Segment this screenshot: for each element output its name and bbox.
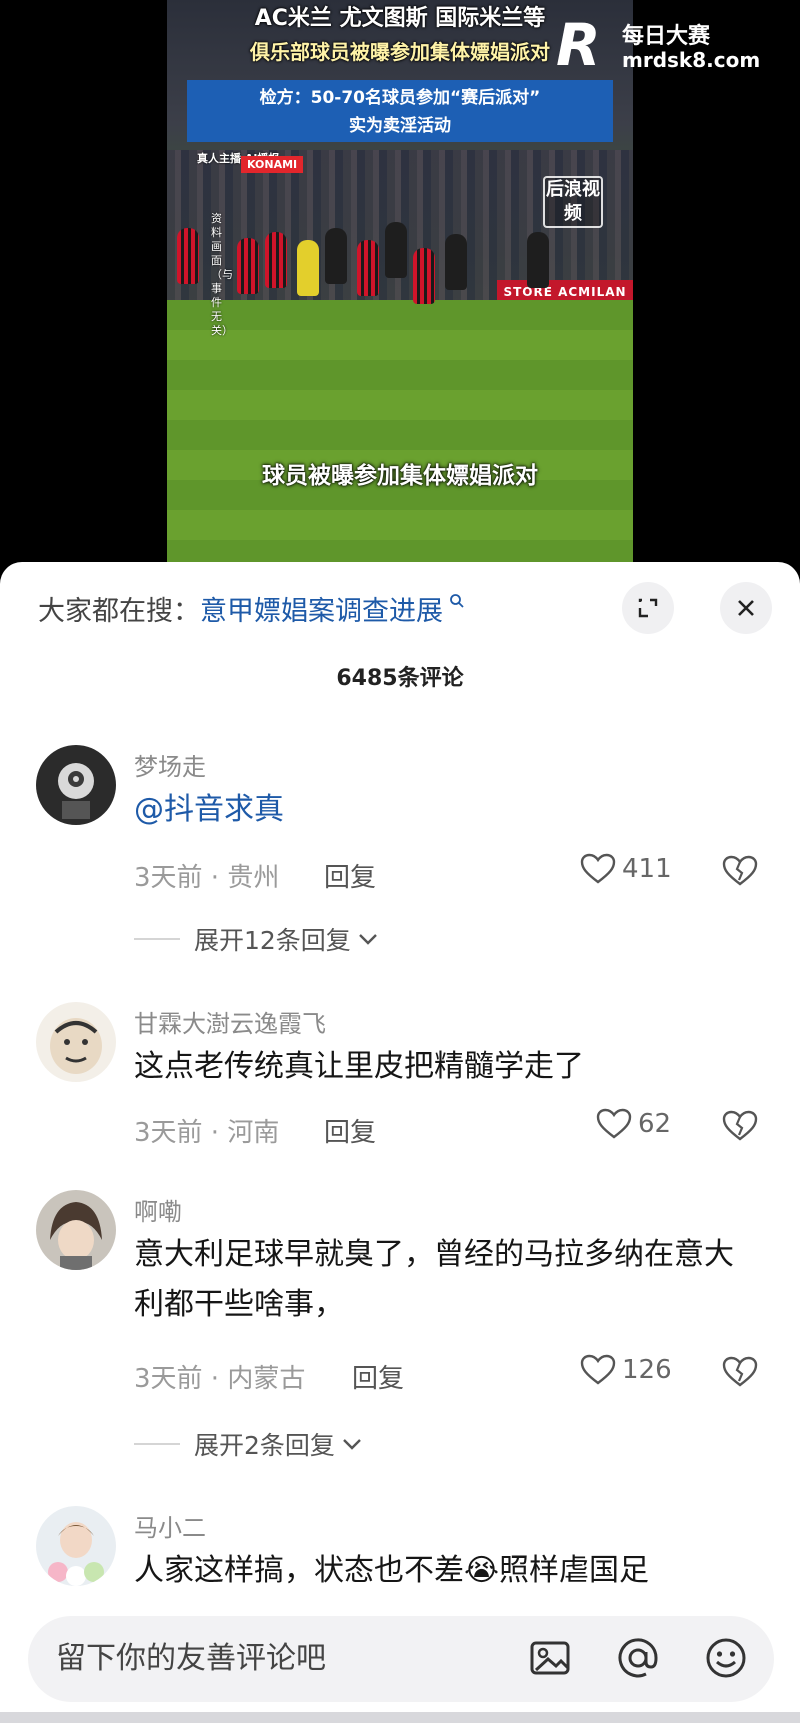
heart-icon (596, 1108, 632, 1139)
search-icon (443, 593, 465, 614)
watermark-url: mrdsk8.com (622, 48, 761, 72)
video-subtitle: 球员被曝参加集体嫖娼派对 (262, 463, 538, 489)
player (237, 238, 259, 294)
avatar[interactable] (36, 1002, 116, 1082)
divider (134, 938, 180, 940)
video-player[interactable]: STORE ACMILAN AC米兰 尤文图斯 国际米兰等 俱乐部球员被曝参加集… (0, 0, 800, 570)
video-frame[interactable]: STORE ACMILAN AC米兰 尤文图斯 国际米兰等 俱乐部球员被曝参加集… (167, 0, 633, 565)
like-count: 126 (622, 1355, 672, 1385)
comment-count: 6485条评论 (336, 666, 464, 691)
comment-time-location: 3天前 · 内蒙古 (134, 1364, 306, 1394)
reply-button[interactable]: 回复 (324, 1112, 376, 1149)
avatar[interactable] (36, 1506, 116, 1586)
bottom-strip (0, 1712, 800, 1723)
comment-input-bar[interactable]: 留下你的友善评论吧 (28, 1616, 774, 1702)
player (325, 228, 347, 284)
watermark: R 每日大赛 mrdsk8.com (556, 14, 792, 84)
comment-text[interactable]: 意大利足球早就臭了，曾经的马拉多纳在意大利都干些啥事， (134, 1230, 754, 1330)
pitch (167, 300, 633, 565)
at-icon[interactable] (616, 1636, 660, 1680)
comment-text[interactable]: 人家这样搞，状态也不差😭照样虐国足 (134, 1546, 754, 1596)
watermark-logo-icon: R (556, 11, 601, 79)
comment-username[interactable]: 甘霖大澍云逸霞飞 (134, 1004, 326, 1039)
like-button[interactable]: 62 (596, 1108, 671, 1140)
like-button[interactable]: 126 (580, 1354, 672, 1386)
video-info-box: 检方：50-70名球员参加“赛后派对” 实为卖淫活动 (187, 80, 613, 142)
divider (134, 1443, 180, 1445)
info-line-2: 实为卖淫活动 (349, 116, 451, 136)
broken-heart-icon[interactable] (722, 1110, 758, 1142)
trending-search[interactable]: 大家都在搜：意甲嫖娼案调查进展 (38, 592, 465, 632)
expand-replies-label: 展开2条回复 (194, 1431, 335, 1460)
search-term-link[interactable]: 意甲嫖娼案调查进展 (200, 596, 443, 627)
comment-username[interactable]: 马小二 (134, 1508, 206, 1543)
expand-replies-label: 展开12条回复 (194, 926, 351, 955)
image-icon[interactable] (528, 1636, 572, 1680)
footage-note: 资料画面（与事件无关） (211, 212, 233, 337)
close-icon[interactable] (720, 582, 772, 634)
heart-icon (580, 1354, 616, 1385)
player (177, 228, 199, 284)
brand-logo: 后浪视频 (543, 176, 603, 228)
search-prefix: 大家都在搜： (38, 596, 200, 627)
player (385, 222, 407, 278)
like-count: 62 (638, 1109, 672, 1139)
reply-button[interactable]: 回复 (352, 1358, 404, 1395)
sponsor-tag: KONAMI (241, 156, 304, 173)
player (265, 232, 287, 288)
player (445, 234, 467, 290)
comment-text[interactable]: @抖音求真 (134, 785, 754, 835)
broken-heart-icon[interactable] (722, 855, 758, 887)
player (297, 240, 319, 296)
comment-sheet: 大家都在搜：意甲嫖娼案调查进展 6485条评论 梦场走 @抖音求真 3天前 · … (0, 562, 800, 1723)
avatar[interactable] (36, 745, 116, 825)
broken-heart-icon[interactable] (722, 1356, 758, 1388)
comment-time-location: 3天前 · 贵州 (134, 863, 280, 893)
expand-replies-button[interactable]: 展开2条回复 (134, 1426, 363, 1462)
chevron-down-icon (343, 1439, 361, 1450)
info-line-1: 检方：50-70名球员参加“赛后派对” (259, 88, 541, 108)
reply-button[interactable]: 回复 (324, 857, 376, 894)
heart-icon (580, 853, 616, 884)
expand-icon[interactable] (622, 582, 674, 634)
comment-time-location: 3天前 · 河南 (134, 1118, 280, 1148)
player (357, 240, 379, 296)
like-count: 411 (622, 854, 672, 884)
comment-username[interactable]: 梦场走 (134, 747, 206, 782)
player (413, 248, 435, 304)
comment-text[interactable]: 这点老传统真让里皮把精髓学走了 (134, 1042, 754, 1092)
comment-input[interactable]: 留下你的友善评论吧 (56, 1616, 326, 1702)
watermark-title: 每日大赛 (622, 24, 711, 49)
avatar[interactable] (36, 1190, 116, 1270)
expand-replies-button[interactable]: 展开12条回复 (134, 921, 379, 957)
chevron-down-icon (358, 934, 377, 945)
player (527, 232, 549, 288)
emoji-icon[interactable] (704, 1636, 748, 1680)
comment-username[interactable]: 啊嘞 (134, 1192, 182, 1227)
like-button[interactable]: 411 (580, 853, 672, 885)
